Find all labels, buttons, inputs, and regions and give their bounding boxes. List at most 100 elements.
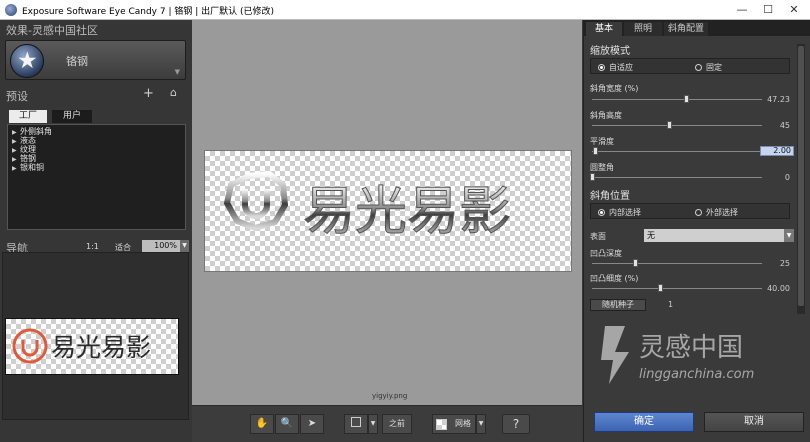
bevel-height-label: 斜角高度 <box>590 111 622 120</box>
preset-tree: ▶ 外侧斜角 ▶ 液态 ▶ 纹理 ▶ 铬钢 ▶ 银和铜 <box>7 124 186 230</box>
grid-button[interactable]: 网格 <box>432 414 476 434</box>
settings-scrollbar[interactable] <box>797 44 805 314</box>
left-panel: 效果-灵感中国社区 ★ 铬钢 ▼ 预设 + ⌂ 工厂 用户 ▶ 外侧斜角 ▶ 液态 … <box>0 20 192 442</box>
corner-rounding-slider[interactable] <box>592 177 762 178</box>
smoothness-knob[interactable] <box>593 147 599 155</box>
bump-depth-slider[interactable] <box>592 263 762 264</box>
watermark: 灵感中国 lingganchina.com <box>595 318 795 390</box>
bottom-toolbar: ✋ 🔍 ➤ ▼ 之前 网格 ▼ ? <box>192 405 582 442</box>
chevron-down-icon[interactable]: ▼ <box>784 229 794 242</box>
random-seed-button[interactable]: 随机种子 <box>590 299 646 311</box>
bevel-position-title: 斜角位置 <box>590 191 630 202</box>
bump-fineness-label: 凹凸细度 (%) <box>590 274 639 283</box>
expand-arrow-icon: ▶ <box>12 165 17 172</box>
app-icon <box>5 4 17 16</box>
scale-mode-adaptive-radio[interactable]: 自适应 <box>598 62 633 73</box>
chevron-down-icon[interactable]: ▼ <box>180 240 189 252</box>
radio-dot-icon <box>695 209 702 216</box>
tab-user[interactable]: 用户 <box>52 110 92 123</box>
bevel-height-knob[interactable] <box>666 121 672 129</box>
navigator-thumbnail[interactable]: 易光易影 <box>5 318 179 375</box>
list-item[interactable]: ▶ 外侧斜角 <box>8 127 185 136</box>
preview-text: 易光易影 <box>303 182 511 242</box>
scrollbar-thumb[interactable] <box>798 46 804 306</box>
preview-canvas[interactable]: 易光易影 <box>204 150 572 272</box>
corner-rounding-knob[interactable] <box>590 173 595 181</box>
pointer-tool-icon[interactable]: ➤ <box>300 414 324 434</box>
bevel-width-slider[interactable] <box>592 99 762 100</box>
surface-select[interactable]: 无 <box>644 229 784 242</box>
effects-header: 效果-灵感中国社区 <box>6 24 98 37</box>
thumbnail-logo-icon: 易光易影 <box>12 328 151 364</box>
chevron-down-icon[interactable]: ▼ <box>368 414 378 434</box>
chevron-down-icon: ▼ <box>174 68 180 76</box>
star-icon: ★ <box>17 48 38 74</box>
bevel-height-value[interactable]: 45 <box>754 121 790 130</box>
effect-name: 铬钢 <box>66 55 88 68</box>
bevel-outside-radio[interactable]: 外部选择 <box>695 207 738 218</box>
bump-depth-knob[interactable] <box>632 259 638 267</box>
radio-dot-icon <box>598 209 605 216</box>
close-icon[interactable]: ✕ <box>786 2 802 18</box>
smoothness-value-input[interactable]: 2.00 <box>760 146 794 156</box>
bump-fineness-knob[interactable] <box>658 284 663 292</box>
watermark-logo-icon: 灵感中国 lingganchina.com <box>601 326 754 384</box>
bump-fineness-value[interactable]: 40.00 <box>754 284 790 293</box>
home-icon[interactable]: ⌂ <box>170 86 177 99</box>
maximize-icon[interactable]: ☐ <box>760 2 776 18</box>
window-title: Exposure Software Eye Candy 7 | 铬钢 | 出厂默… <box>22 7 274 17</box>
corner-rounding-value[interactable]: 0 <box>754 173 790 182</box>
bump-depth-label: 凹凸深度 <box>590 249 622 258</box>
smoothness-slider[interactable] <box>592 151 762 152</box>
bevel-position-group: 内部选择 外部选择 <box>590 203 790 219</box>
background-color-button[interactable] <box>344 414 368 434</box>
settings-tabs: 基本 照明 斜角配置 <box>584 20 810 36</box>
preview-area[interactable]: 易光易影 yigyiy.png <box>192 20 582 405</box>
bevel-width-knob[interactable] <box>683 95 689 103</box>
bevel-width-label: 斜角宽度 (%) <box>590 84 639 93</box>
chevron-down-icon[interactable]: ▼ <box>476 414 486 434</box>
checker-icon <box>436 419 447 430</box>
radio-dot-icon <box>695 64 702 71</box>
scale-mode-fixed-radio[interactable]: 固定 <box>695 62 722 73</box>
bevel-width-value[interactable]: 47.23 <box>754 95 790 104</box>
thumbnail-text: 易光易影 <box>51 333 151 362</box>
tab-lighting[interactable]: 照明 <box>624 22 662 36</box>
list-item[interactable]: ▶ 纹理 <box>8 145 185 154</box>
before-button[interactable]: 之前 <box>382 414 412 434</box>
zoom-ratio-button[interactable]: 1:1 <box>86 242 99 251</box>
help-icon: ? <box>512 417 520 431</box>
color-swatch-icon <box>351 417 361 427</box>
smoothness-label: 平滑度 <box>590 137 614 146</box>
cancel-button[interactable]: 取消 <box>704 412 804 432</box>
effect-thumbnail: ★ <box>10 44 44 78</box>
list-item[interactable]: ▶ 铬钢 <box>8 154 185 163</box>
list-item[interactable]: ▶ 液态 <box>8 136 185 145</box>
surface-label: 表面 <box>590 232 606 241</box>
corner-rounding-label: 圆整角 <box>590 163 614 172</box>
list-item[interactable]: ▶ 银和铜 <box>8 163 185 172</box>
radio-dot-icon <box>598 64 605 71</box>
zoom-select[interactable]: 100% <box>142 240 180 252</box>
bump-depth-value[interactable]: 25 <box>754 259 790 268</box>
random-seed-value: 1 <box>668 300 674 309</box>
bevel-height-slider[interactable] <box>592 125 762 126</box>
add-preset-icon[interactable]: + <box>143 86 154 101</box>
zoom-tool-icon[interactable]: 🔍 <box>275 414 299 434</box>
bevel-inside-radio[interactable]: 内部选择 <box>598 207 641 218</box>
bump-fineness-slider[interactable] <box>592 288 762 289</box>
tab-basic[interactable]: 基本 <box>586 22 622 36</box>
watermark-brand: 灵感中国 <box>639 333 743 363</box>
scale-mode-title: 缩放模式 <box>590 46 630 57</box>
help-button[interactable]: ? <box>502 414 530 434</box>
tab-factory[interactable]: 工厂 <box>9 110 47 123</box>
title-bar: Exposure Software Eye Candy 7 | 铬钢 | 出厂默… <box>0 0 810 20</box>
chrome-logo-icon: 易光易影 <box>223 170 512 243</box>
effect-selector[interactable]: ★ 铬钢 ▼ <box>5 40 186 80</box>
tab-bevel-profile[interactable]: 斜角配置 <box>664 22 708 36</box>
hand-tool-icon[interactable]: ✋ <box>250 414 274 434</box>
presets-header: 预设 <box>6 90 28 103</box>
file-name-label: yigyiy.png <box>372 392 408 400</box>
ok-button[interactable]: 确定 <box>594 412 694 432</box>
minimize-icon[interactable]: — <box>734 2 750 18</box>
